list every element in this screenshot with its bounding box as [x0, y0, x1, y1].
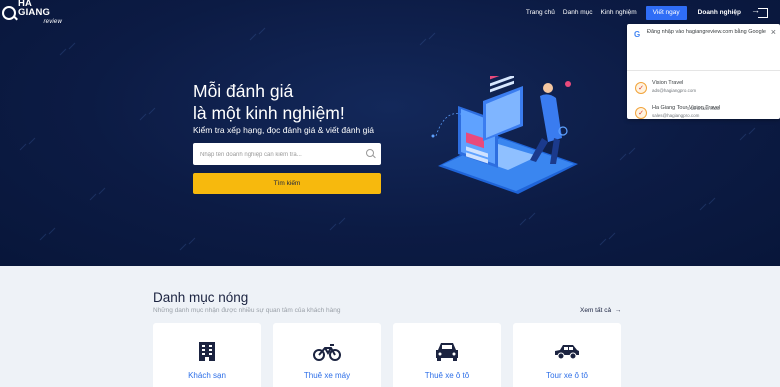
account-name: Vision Travel — [652, 80, 684, 86]
logo-text: HÀ GIANG review — [18, 0, 62, 27]
search-icon[interactable] — [366, 149, 374, 157]
category-label: Thuê xe máy — [303, 371, 351, 380]
motorbike-icon — [273, 340, 381, 364]
category-card-car-tour[interactable]: Tour xe ô tô — [513, 323, 621, 387]
hero-illustration — [431, 76, 578, 194]
hot-categories-section: Danh mục nóng Những danh mục nhận được n… — [0, 266, 780, 387]
more-accounts-link[interactable]: 5 tài khoản khác — [627, 106, 780, 111]
main-nav: Trang chủ Danh mục Kinh nghiệm Viết ngay… — [518, 5, 768, 20]
category-card-motorbike-rental[interactable]: Thuê xe máy — [273, 323, 381, 387]
google-logo-icon: G — [634, 30, 641, 39]
hero-subtitle: Kiểm tra xếp hạng, đọc đánh giá & viết đ… — [193, 125, 374, 135]
search-input[interactable] — [193, 144, 353, 166]
see-all-label: Xem tất cả — [580, 307, 612, 314]
category-card-car-rental[interactable]: Thuê xe ô tô — [393, 323, 501, 387]
hero-section: HÀ GIANG review Trang chủ Danh mục Kinh … — [0, 0, 780, 266]
arrow-right-icon: → — [612, 307, 622, 314]
account-avatar-icon: ✓ — [635, 82, 647, 94]
write-now-button[interactable]: Viết ngay — [645, 6, 687, 20]
hotel-icon — [153, 340, 261, 364]
search-button[interactable]: Tìm kiếm — [193, 173, 381, 194]
see-all-link[interactable]: Xem tất cả → — [580, 307, 621, 314]
category-card-hotel[interactable]: Khách sạn — [153, 323, 261, 387]
search-box — [193, 143, 381, 166]
google-account-item[interactable]: ✓ Vision Travel ads@hagiangpro.com — [627, 78, 780, 98]
account-email: sales@hagiangpro.com — [652, 113, 700, 118]
hero-title-line2: là một kinh nghiệm! — [193, 103, 345, 123]
logo-sub: review — [43, 19, 62, 25]
category-label: Tour xe ô tô — [546, 371, 588, 380]
hero-title-line1: Mỗi đánh giá — [193, 81, 294, 101]
section-subtitle: Những danh mục nhận được nhiều sự quan t… — [153, 307, 341, 314]
hero-title: Mỗi đánh giá là một kinh nghiệm! — [193, 80, 345, 124]
google-signin-popup: G Đăng nhập vào hagiangreview.com bằng G… — [627, 24, 780, 119]
category-label: Khách sạn — [188, 371, 226, 380]
logo-magnifier-icon — [2, 6, 16, 20]
nav-categories[interactable]: Danh mục — [563, 6, 593, 20]
category-label: Thuê xe ô tô — [424, 371, 470, 380]
car-front-icon — [393, 340, 501, 364]
nav-experience[interactable]: Kinh nghiệm — [601, 6, 637, 20]
close-icon[interactable]: × — [771, 27, 776, 37]
divider — [627, 70, 780, 71]
account-email: ads@hagiangpro.com — [652, 88, 697, 93]
car-side-icon — [513, 340, 621, 364]
logo-name: HÀ GIANG — [18, 0, 51, 18]
business-button[interactable]: Doanh nghiệp — [691, 6, 748, 20]
section-title: Danh mục nóng — [153, 290, 249, 305]
nav-home[interactable]: Trang chủ — [526, 6, 555, 20]
site-logo[interactable]: HÀ GIANG review — [2, 0, 62, 25]
login-icon[interactable] — [751, 5, 768, 18]
google-popup-title: Đăng nhập vào hagiangreview.com bằng Goo… — [647, 29, 766, 35]
